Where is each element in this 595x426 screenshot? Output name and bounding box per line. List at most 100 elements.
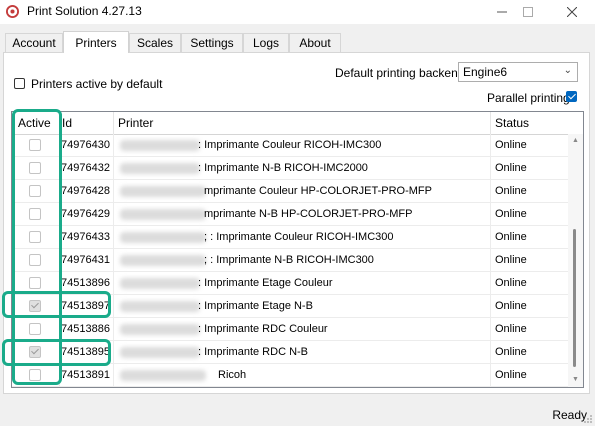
tab-account[interactable]: Account	[5, 33, 63, 52]
default-backend-value: Engine6	[463, 65, 508, 79]
status-cell: Online	[495, 185, 527, 197]
id-cell: 74513897	[60, 295, 114, 317]
default-backend-label: Default printing backend	[335, 66, 465, 80]
printer-cell: : Imprimante Couleur RICOH-IMC300	[114, 134, 491, 156]
row-active-checkbox[interactable]	[29, 323, 41, 335]
row-active-checkbox[interactable]	[29, 254, 41, 266]
table-row[interactable]: 74513891 Ricoh Online	[12, 364, 568, 387]
active-cell	[12, 157, 60, 179]
status-cell: Online	[495, 369, 527, 381]
row-active-checkbox[interactable]	[29, 208, 41, 220]
printer-cell: : Imprimante Etage Couleur	[114, 272, 491, 294]
status-cell: Online	[495, 162, 527, 174]
table-row[interactable]: 74976433 ; : Imprimante Couleur RICOH-IMC…	[12, 226, 568, 249]
redacted-printer-name	[120, 255, 206, 266]
redacted-printer-name	[120, 140, 200, 151]
row-active-checkbox[interactable]	[29, 231, 41, 243]
printer-name-text: : Imprimante RDC N-B	[198, 346, 309, 358]
status-cell: Online	[495, 346, 527, 358]
column-header-id[interactable]: Id	[60, 112, 114, 134]
tab-scales[interactable]: Scales	[129, 33, 181, 52]
table-row[interactable]: 74976430 : Imprimante Couleur RICOH-IMC3…	[12, 134, 568, 157]
row-active-checkbox[interactable]	[29, 139, 41, 151]
vertical-scrollbar[interactable]: ▲ ▼	[568, 134, 583, 387]
id-cell: 74976429	[60, 203, 114, 225]
id-cell: 74976431	[60, 249, 114, 271]
printer-cell: mprimante N-B HP-COLORJET-PRO-MFP	[114, 203, 491, 225]
title-bar: Print Solution 4.27.13	[0, 0, 595, 24]
table-row[interactable]: 74513886 : Imprimante RDC Couleur Online	[12, 318, 568, 341]
printer-name-text: : Imprimante Etage Couleur	[198, 277, 333, 289]
row-active-checkbox[interactable]	[29, 346, 41, 358]
id-cell: 74513895	[60, 341, 114, 363]
active-cell	[12, 134, 60, 156]
redacted-printer-name	[120, 301, 200, 312]
status-cell: Online	[495, 300, 527, 312]
maximize-button[interactable]	[509, 0, 547, 24]
scroll-up-icon[interactable]: ▲	[568, 134, 583, 148]
close-button[interactable]	[553, 0, 591, 24]
id-cell: 74513886	[60, 318, 114, 340]
status-cell: Online	[495, 231, 527, 243]
printer-cell: : Imprimante N-B RICOH-IMC2000	[114, 157, 491, 179]
table-row[interactable]: 74513895 : Imprimante RDC N-B Online	[12, 341, 568, 364]
row-active-checkbox[interactable]	[29, 277, 41, 289]
active-cell	[12, 249, 60, 271]
redacted-printer-name	[120, 324, 200, 335]
maximize-icon	[523, 7, 533, 17]
table-row[interactable]: 74976431 ; : Imprimante N-B RICOH-IMC300 O…	[12, 249, 568, 272]
tab-strip: Account Printers Scales Settings Logs Ab…	[0, 31, 595, 53]
table-row[interactable]: 74976429 mprimante N-B HP-COLORJET-PRO-MF…	[12, 203, 568, 226]
tab-logs[interactable]: Logs	[243, 33, 289, 52]
active-cell	[12, 203, 60, 225]
id-cell: 74513891	[60, 364, 114, 386]
column-header-status[interactable]: Status	[491, 112, 569, 134]
table-row[interactable]: 74976428 mprimante Couleur HP-COLORJET-PR…	[12, 180, 568, 203]
active-cell	[12, 226, 60, 248]
printer-name-text: ; : Imprimante Couleur RICOH-IMC300	[204, 231, 394, 243]
active-cell	[12, 318, 60, 340]
printers-active-by-default-checkbox[interactable]	[14, 78, 25, 89]
default-backend-select[interactable]: Engine6 ⌄	[458, 62, 578, 82]
tab-settings[interactable]: Settings	[181, 33, 243, 52]
row-active-checkbox[interactable]	[29, 162, 41, 174]
resize-grip-icon[interactable]	[583, 414, 593, 424]
table-row[interactable]: 74513896 : Imprimante Etage Couleur Onlin…	[12, 272, 568, 295]
table-row[interactable]: 74976432 : Imprimante N-B RICOH-IMC2000 O…	[12, 157, 568, 180]
active-cell	[12, 272, 60, 294]
scroll-down-icon[interactable]: ▼	[568, 373, 583, 387]
printer-cell: : Imprimante RDC Couleur	[114, 318, 491, 340]
scrollbar-thumb[interactable]	[573, 229, 576, 367]
printer-name-text: Ricoh	[218, 369, 247, 381]
printer-cell: ; : Imprimante Couleur RICOH-IMC300	[114, 226, 491, 248]
printer-name-text: mprimante Couleur HP-COLORJET-PRO-MFP	[204, 185, 432, 197]
status-cell: Online	[495, 208, 527, 220]
row-active-checkbox[interactable]	[29, 369, 41, 381]
printer-cell: mprimante Couleur HP-COLORJET-PRO-MFP	[114, 180, 491, 202]
printer-name-text: : Imprimante N-B RICOH-IMC2000	[198, 162, 368, 174]
printers-table: Active Id Printer Status 74976430 : Impr…	[11, 111, 584, 388]
tab-about[interactable]: About	[289, 33, 341, 52]
printer-name-text: : Imprimante Couleur RICOH-IMC300	[198, 139, 382, 151]
id-cell: 74976430	[60, 134, 114, 156]
redacted-printer-name	[120, 186, 206, 197]
active-cell	[12, 341, 60, 363]
row-active-checkbox[interactable]	[29, 185, 41, 197]
parallel-printing-checkbox[interactable]	[566, 91, 577, 102]
row-active-checkbox[interactable]	[29, 300, 41, 312]
tab-printers[interactable]: Printers	[63, 31, 129, 53]
close-icon	[567, 7, 577, 17]
id-cell: 74976428	[60, 180, 114, 202]
redacted-printer-name	[120, 209, 206, 220]
id-cell: 74976433	[60, 226, 114, 248]
printer-cell: ; : Imprimante N-B RICOH-IMC300	[114, 249, 491, 271]
table-header: Active Id Printer Status	[12, 112, 572, 135]
status-cell: Online	[495, 277, 527, 289]
table-row[interactable]: 74513897 : Imprimante Etage N-B Online	[12, 295, 568, 318]
printer-name-text: mprimante N-B HP-COLORJET-PRO-MFP	[204, 208, 413, 220]
status-cell: Online	[495, 254, 527, 266]
window-title: Print Solution 4.27.13	[27, 4, 142, 18]
column-header-printer[interactable]: Printer	[114, 112, 491, 134]
column-header-active[interactable]: Active	[12, 112, 60, 134]
id-cell: 74513896	[60, 272, 114, 294]
